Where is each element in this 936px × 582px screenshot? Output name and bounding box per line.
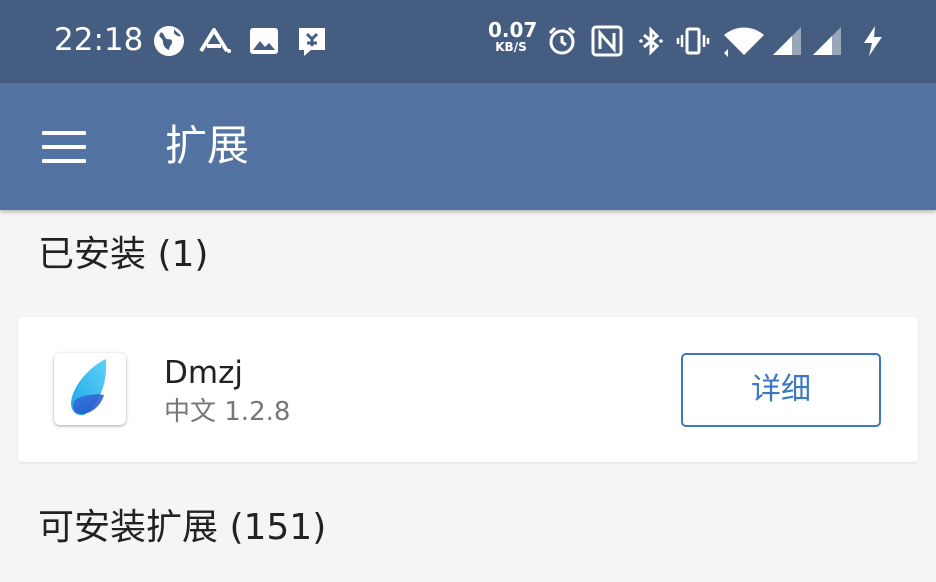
- status-time: 22:18: [54, 22, 144, 58]
- status-bar: 22:18 0.07 KB/S: [0, 0, 936, 83]
- signal-icon-2: [813, 27, 841, 55]
- page-title: 扩展: [165, 121, 250, 170]
- net-speed: 0.07 KB/S: [488, 18, 538, 54]
- bluetooth-icon: [639, 26, 663, 56]
- net-speed-value: 0.07: [488, 18, 538, 42]
- signal-icon: [773, 27, 801, 55]
- dmzj-feather-icon: [54, 353, 126, 425]
- details-button[interactable]: 详细: [681, 353, 881, 427]
- extension-card[interactable]: Dmzj 中文 1.2.8 详细: [18, 317, 918, 462]
- mastodon-icon: [299, 28, 325, 56]
- image-icon: [250, 28, 278, 54]
- extension-name: Dmzj: [164, 355, 243, 391]
- installed-section-header: 已安装 (1): [38, 234, 209, 275]
- available-section-header: 可安装扩展 (151): [38, 507, 327, 548]
- app-toolbar: 扩展: [0, 83, 936, 210]
- hamburger-menu-icon[interactable]: [30, 121, 98, 173]
- triangle-a-icon: [199, 28, 231, 53]
- vibrate-icon: [676, 27, 710, 55]
- globe-icon: [154, 26, 184, 56]
- extension-meta: 中文 1.2.8: [164, 397, 291, 427]
- nfc-icon: [591, 25, 623, 57]
- alarm-icon: [548, 26, 576, 55]
- net-speed-unit: KB/S: [495, 40, 527, 54]
- charging-icon: [864, 26, 882, 56]
- wifi-icon: [724, 27, 764, 57]
